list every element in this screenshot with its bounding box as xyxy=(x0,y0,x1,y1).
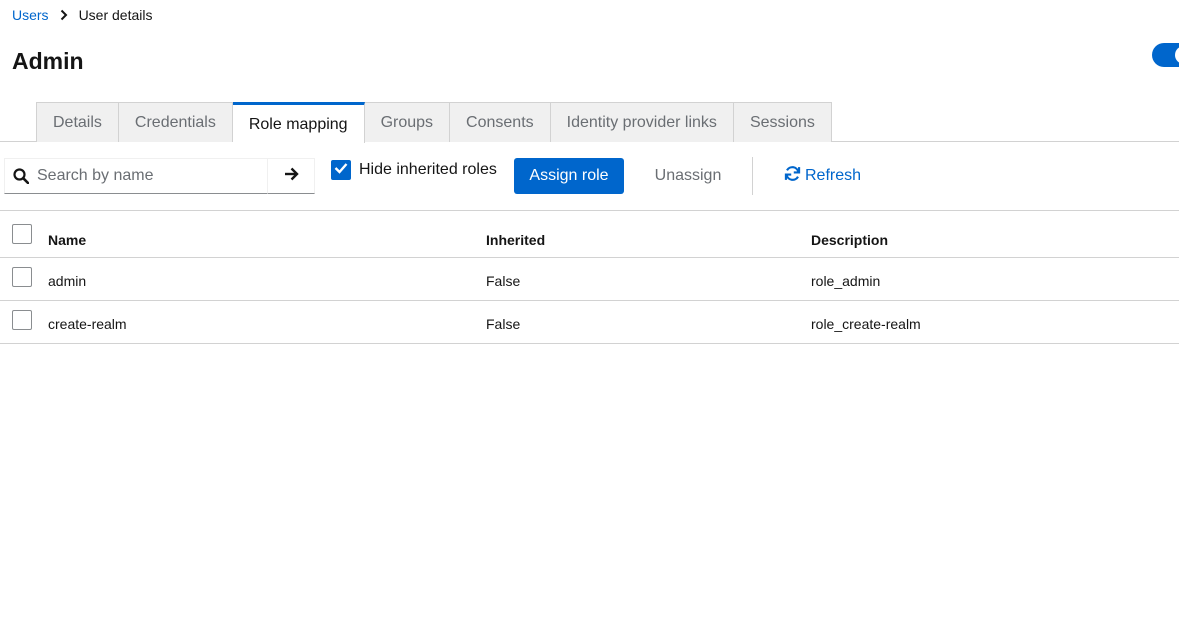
chevron-right-icon xyxy=(49,9,79,21)
role-inherited: False xyxy=(486,316,521,332)
search-input[interactable] xyxy=(37,159,267,193)
role-inherited: False xyxy=(486,273,521,289)
table-row: create-realm False role_create-realm xyxy=(0,301,1179,344)
page-title: Admin xyxy=(12,48,84,74)
row-checkbox[interactable] xyxy=(12,310,32,330)
row-checkbox[interactable] xyxy=(12,267,32,287)
search-icon xyxy=(5,168,37,184)
tab-sessions[interactable]: Sessions xyxy=(733,102,832,142)
search-submit-button[interactable] xyxy=(267,158,315,194)
toolbar-divider xyxy=(752,157,753,195)
column-header-name[interactable]: Name xyxy=(48,232,86,248)
select-all-checkbox[interactable] xyxy=(12,224,32,244)
hide-inherited-label[interactable]: Hide inherited roles xyxy=(359,160,497,180)
column-header-description[interactable]: Description xyxy=(811,232,888,248)
role-description: role_create-realm xyxy=(811,316,921,332)
tab-details[interactable]: Details xyxy=(36,102,119,142)
breadcrumb-users-link[interactable]: Users xyxy=(12,7,49,23)
assign-role-button[interactable]: Assign role xyxy=(514,158,624,194)
tab-groups[interactable]: Groups xyxy=(364,102,451,142)
tab-role-mapping[interactable]: Role mapping xyxy=(232,102,365,143)
tab-identity-provider-links[interactable]: Identity provider links xyxy=(550,102,734,142)
tab-consents[interactable]: Consents xyxy=(450,102,551,142)
enabled-toggle[interactable] xyxy=(1152,43,1179,67)
unassign-button[interactable]: Unassign xyxy=(640,158,736,194)
breadcrumb: Users User details xyxy=(12,6,152,24)
arrow-right-icon xyxy=(284,167,299,186)
column-header-inherited[interactable]: Inherited xyxy=(486,232,545,248)
tab-list: Details Credentials Role mapping Groups … xyxy=(36,102,832,143)
table-header-row: Name Inherited Description xyxy=(0,211,1179,258)
refresh-button[interactable]: Refresh xyxy=(784,158,861,194)
tab-credentials[interactable]: Credentials xyxy=(118,102,233,142)
toggle-knob xyxy=(1175,46,1179,64)
check-icon xyxy=(334,161,348,179)
role-name: create-realm xyxy=(48,316,127,332)
table-row: admin False role_admin xyxy=(0,258,1179,301)
search-box xyxy=(4,158,268,194)
sync-icon xyxy=(784,165,801,187)
refresh-label: Refresh xyxy=(805,167,862,184)
role-mapping-table: Name Inherited Description admin False r… xyxy=(0,210,1179,344)
role-description: role_admin xyxy=(811,273,881,289)
role-name: admin xyxy=(48,273,87,289)
hide-inherited-checkbox[interactable] xyxy=(331,160,351,180)
breadcrumb-current: User details xyxy=(78,7,153,23)
